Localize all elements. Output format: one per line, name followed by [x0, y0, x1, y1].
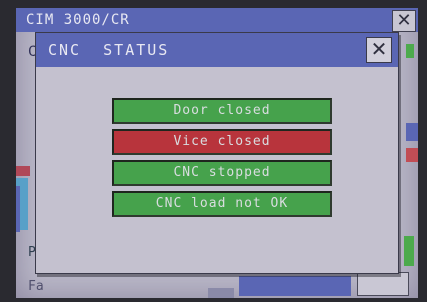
status-vice-closed: Vice closed: [112, 129, 332, 155]
background-decoration: [208, 288, 234, 298]
background-action-button[interactable]: [239, 276, 351, 296]
background-indicator: [404, 236, 414, 266]
background-window-title: CIM 3000/CR: [26, 12, 130, 28]
close-icon: ✕: [396, 10, 412, 31]
background-decoration: [16, 166, 30, 176]
status-list: Door closed Vice closed CNC stopped CNC …: [112, 98, 332, 222]
background-indicator: [406, 44, 414, 58]
background-decoration: [16, 186, 20, 232]
background-decoration: [406, 148, 418, 162]
dialog-titlebar: CNC STATUS ✕: [36, 33, 398, 67]
background-decoration: [406, 123, 418, 141]
dialog-title: CNC STATUS: [48, 41, 170, 59]
status-door-closed: Door closed: [112, 98, 332, 124]
close-icon: ✕: [370, 37, 388, 61]
dialog-close-button[interactable]: ✕: [366, 37, 392, 63]
status-cnc-stopped: CNC stopped: [112, 160, 332, 186]
status-cnc-load: CNC load not OK: [112, 191, 332, 217]
background-secondary-button[interactable]: [357, 272, 409, 296]
background-titlebar: CIM 3000/CR ✕: [16, 8, 418, 32]
cnc-status-dialog: CNC STATUS ✕ Door closed Vice closed CNC…: [35, 32, 399, 274]
background-close-button[interactable]: ✕: [392, 10, 416, 32]
background-label: Fa: [28, 279, 44, 294]
